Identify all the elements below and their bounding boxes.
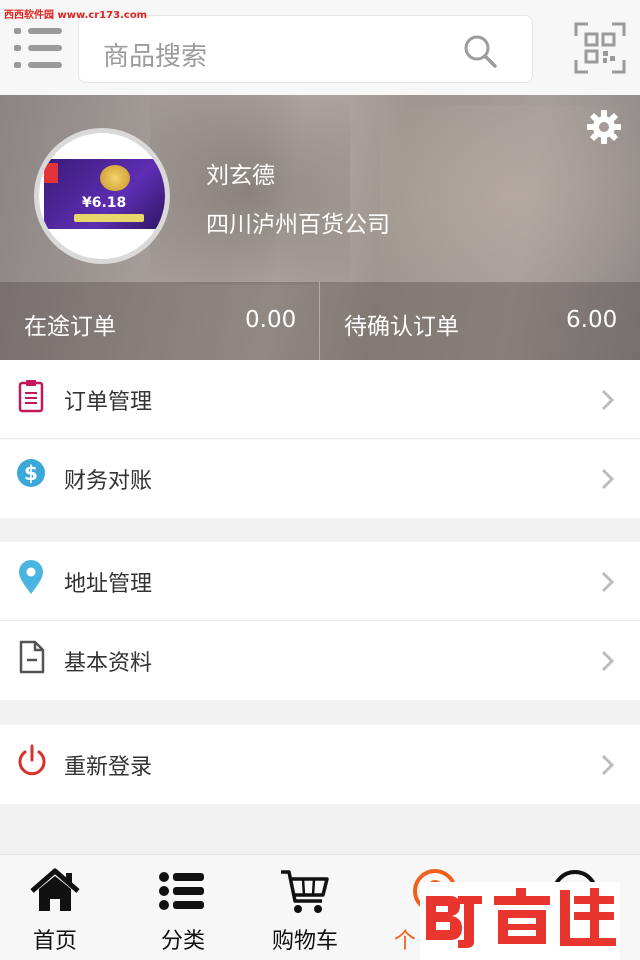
location-pin-icon [19, 560, 43, 594]
chevron-right-icon [601, 650, 615, 672]
document-icon [19, 640, 45, 674]
dollar-icon: $ [17, 459, 45, 487]
tab-label: 分类 [160, 929, 205, 954]
menu-item-finance[interactable]: $ 财务对账 [0, 439, 640, 518]
chevron-right-icon [601, 754, 615, 776]
company-name: 四川泸州百货公司 [206, 212, 390, 238]
menu-label: 地址管理 [64, 572, 153, 597]
menu-group-session: 重新登录 [0, 725, 640, 804]
stat-value: 0.00 [245, 307, 297, 333]
menu-icon[interactable] [14, 26, 66, 70]
tab-home[interactable]: 首页 [0, 855, 110, 960]
stat-label: 待确认订单 [344, 314, 459, 340]
home-icon [30, 868, 80, 911]
tab-label: 首页 [32, 929, 77, 954]
avatar-promo-image: ¥6.18 [44, 159, 165, 229]
tab-cart[interactable]: 购物车 [250, 855, 360, 960]
chevron-right-icon [601, 389, 615, 411]
svg-text:$: $ [24, 461, 38, 485]
tab-label: 购物车 [271, 929, 338, 954]
search-input[interactable]: 商品搜索 [78, 15, 533, 83]
menu-label: 订单管理 [64, 390, 153, 415]
menu-group-account: 地址管理 基本资料 [0, 542, 640, 700]
menu-item-order-management[interactable]: 订单管理 [0, 360, 640, 439]
user-name: 刘玄德 [206, 163, 275, 189]
menu-label: 财务对账 [64, 469, 153, 494]
menu-item-basic-info[interactable]: 基本资料 [0, 621, 640, 700]
brand-logo [420, 882, 620, 960]
qr-scan-icon[interactable] [574, 22, 626, 74]
cart-icon [281, 870, 329, 913]
menu-label: 重新登录 [64, 755, 153, 780]
promo-price: ¥6.18 [82, 195, 127, 211]
menu-label: 基本资料 [64, 651, 153, 676]
order-stats: 在途订单 0.00 待确认订单 6.00 [0, 282, 640, 360]
stat-label: 在途订单 [24, 314, 116, 340]
clipboard-icon [18, 380, 44, 413]
profile-banner: ¥6.18 刘玄德 四川泸州百货公司 在途订单 0.00 待确认订单 6.00 [0, 95, 640, 360]
power-icon [18, 744, 46, 776]
gear-icon[interactable] [586, 109, 622, 145]
chevron-right-icon [601, 468, 615, 490]
search-icon[interactable] [462, 33, 498, 69]
menu-group-orders: 订单管理 $ 财务对账 [0, 360, 640, 518]
menu-item-relogin[interactable]: 重新登录 [0, 725, 640, 804]
chevron-right-icon [601, 571, 615, 593]
list-icon [159, 872, 204, 910]
watermark-text: 西西软件园 www.cr173.com [4, 10, 148, 21]
menu-item-address[interactable]: 地址管理 [0, 542, 640, 621]
tab-category[interactable]: 分类 [128, 855, 238, 960]
search-placeholder: 商品搜索 [103, 42, 208, 72]
stat-value: 6.00 [566, 307, 618, 333]
avatar[interactable]: ¥6.18 [34, 128, 170, 264]
